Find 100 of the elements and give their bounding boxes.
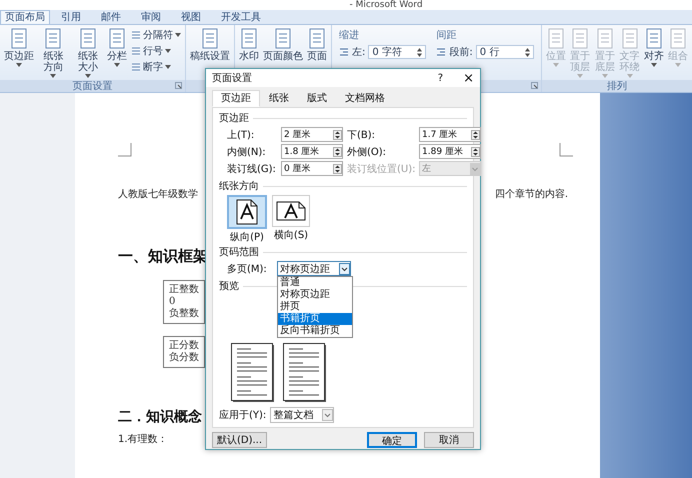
- page-icon: [78, 28, 98, 50]
- diagram-text: 负分数: [169, 352, 199, 364]
- orientation-button[interactable]: [227, 195, 267, 229]
- ribbon-tab[interactable]: 审阅: [132, 11, 170, 24]
- ribbon-button[interactable]: 行号: [131, 44, 181, 58]
- spin-arrows-icon: [471, 130, 480, 140]
- caret-icon: [50, 74, 56, 78]
- list-option[interactable]: 拼页: [278, 301, 352, 313]
- field-label: 上(T):: [227, 128, 256, 142]
- orientation-button[interactable]: [272, 195, 310, 227]
- page-icon: [239, 28, 259, 50]
- ribbon-tab[interactable]: 页面布局: [0, 10, 50, 24]
- caret-icon: [175, 33, 181, 37]
- page-icon: [107, 28, 127, 50]
- indent-icon: [339, 47, 349, 57]
- spin-field[interactable]: 1.89 厘米: [419, 144, 481, 159]
- ribbon-button[interactable]: 纸张方向: [38, 28, 68, 80]
- dialog-tab[interactable]: 纸张: [260, 90, 298, 107]
- page-icon: [644, 28, 664, 50]
- dialog-button[interactable]: 取消: [424, 432, 474, 448]
- caret-icon: [552, 63, 559, 67]
- caret-icon: [651, 63, 657, 67]
- option-label: 横向(S): [274, 228, 308, 242]
- list-option[interactable]: 普通: [278, 277, 352, 289]
- help-button[interactable]: ?: [438, 72, 444, 84]
- caret-icon: [602, 74, 608, 78]
- portrait-page-icon: [236, 199, 258, 225]
- ribbon-button[interactable]: 页面: [307, 28, 327, 80]
- dialog-tab[interactable]: 版式: [298, 90, 336, 107]
- field-label: 段前:: [449, 46, 473, 59]
- ribbon-tab[interactable]: 视图: [172, 11, 210, 24]
- dialog-tab[interactable]: 页边距: [212, 90, 260, 107]
- diagram-text: 正分数: [169, 340, 199, 352]
- caret-icon: [626, 74, 633, 78]
- field-label: 多页(M):: [227, 262, 267, 276]
- diagram-text: 正整数: [169, 284, 199, 296]
- page-icon: [546, 28, 566, 50]
- dialog-button[interactable]: 确定: [367, 432, 417, 448]
- caret-icon: [84, 74, 91, 78]
- caret-icon: [577, 74, 584, 78]
- ribbon-button[interactable]: 页边距: [4, 28, 34, 80]
- ribbon-tab[interactable]: 邮件: [92, 11, 130, 24]
- window-title: - Microsoft Word: [349, 0, 423, 10]
- list-option[interactable]: 对称页边距: [278, 289, 352, 301]
- caret-icon: [675, 63, 681, 67]
- spin-field[interactable]: 1.8 厘米: [281, 144, 343, 159]
- ribbon-button[interactable]: 分栏: [107, 28, 127, 80]
- field-label: 下(B):: [347, 128, 376, 142]
- spin-field[interactable]: 2 厘米: [281, 127, 343, 142]
- ribbon-button[interactable]: 断字: [131, 60, 181, 74]
- field-label: 外侧(O):: [347, 146, 388, 158]
- spin-field[interactable]: 0 厘米: [281, 161, 343, 176]
- page-icon: [570, 28, 590, 50]
- dialog-tab[interactable]: 文档网格: [336, 90, 394, 107]
- close-button[interactable]: ×: [463, 70, 474, 86]
- field-label: 左:: [352, 46, 366, 59]
- caret-icon: [114, 63, 120, 67]
- crop-mark-icon: [118, 143, 132, 157]
- group-heading: 缩进: [339, 28, 360, 42]
- page-icon: [273, 28, 293, 50]
- spin-arrows-icon: [524, 48, 530, 56]
- ribbon-tab[interactable]: 引用: [52, 11, 90, 24]
- section-label: 纸张方向: [219, 180, 259, 193]
- spin-arrows-icon: [333, 164, 342, 174]
- select-field[interactable]: 对称页边距: [276, 261, 351, 276]
- list-option[interactable]: 书籍折页: [278, 313, 352, 325]
- lines-icon: [131, 30, 141, 40]
- page-preview-drawing: [283, 343, 327, 403]
- dialog-button[interactable]: 默认(D)...: [212, 432, 268, 448]
- spin-arrows-icon: [417, 48, 422, 56]
- ribbon-button[interactable]: 纸张大小: [72, 28, 103, 80]
- page-icon: [9, 28, 29, 50]
- heading: 二．知识概念: [118, 408, 202, 426]
- group-label: 页面设置: [72, 80, 112, 92]
- list-option[interactable]: 反向书籍折页: [278, 325, 352, 337]
- field-label: 装订线位置(U):: [347, 162, 415, 176]
- page-icon: [43, 28, 64, 50]
- launcher-icon: [530, 82, 538, 89]
- diagram-text: 0: [169, 296, 176, 308]
- page-icon: [668, 28, 688, 50]
- page-icon: [200, 28, 220, 50]
- ribbon-button[interactable]: 对齐: [644, 28, 664, 80]
- section-label: 页码范围: [219, 246, 259, 259]
- page-icon: [594, 28, 615, 50]
- caret-icon: [165, 65, 171, 69]
- spin-field[interactable]: 0 行: [476, 45, 534, 59]
- section-label: 预览: [219, 280, 239, 293]
- spin-field[interactable]: 1.7 厘米: [419, 127, 481, 142]
- ribbon-button[interactable]: 分隔符: [131, 28, 181, 42]
- select-field[interactable]: 整篇文档: [270, 407, 334, 423]
- option-label: 纵向(P): [230, 231, 264, 244]
- ribbon-tab[interactable]: 开发工具: [212, 11, 270, 24]
- spin-field[interactable]: 0 字符: [368, 45, 426, 59]
- caret-icon: [16, 63, 22, 67]
- ribbon-button[interactable]: 页面颜色: [263, 28, 303, 80]
- field-label: 内侧(N):: [227, 146, 267, 158]
- page-icon: [307, 28, 327, 50]
- launcher-icon: [175, 82, 182, 89]
- body-text: 人教版七年级数学: [118, 188, 198, 201]
- crop-mark-icon: [559, 143, 573, 157]
